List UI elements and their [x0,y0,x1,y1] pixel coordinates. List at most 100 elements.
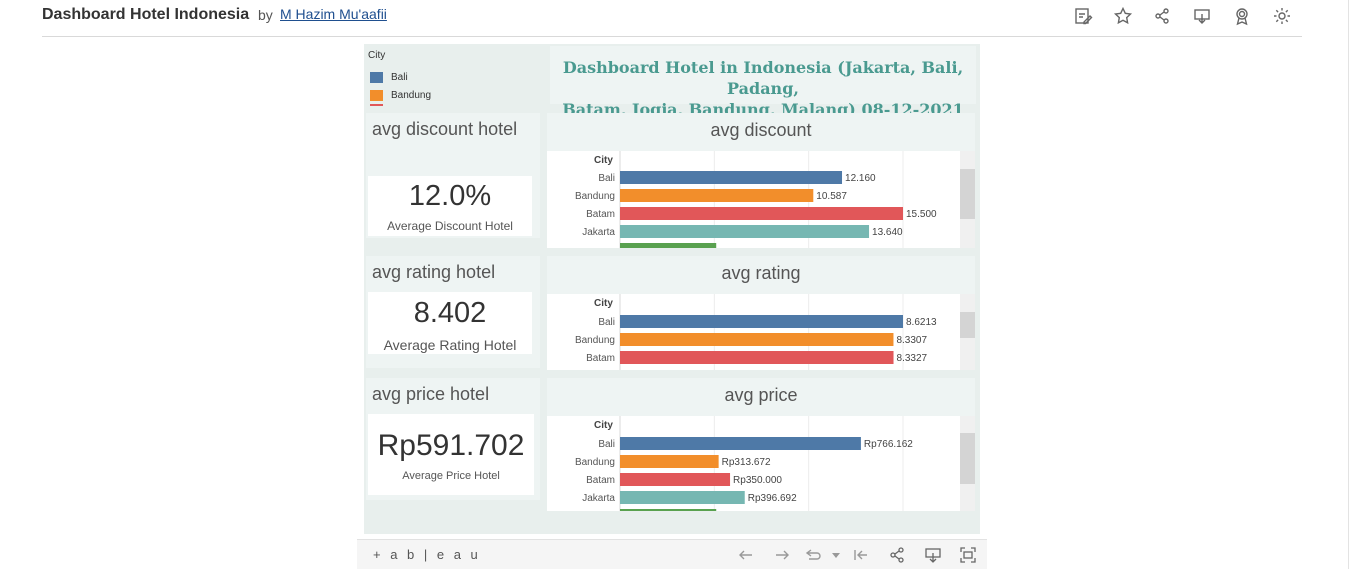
revert-icon[interactable] [804,546,822,564]
bar-batam[interactable] [620,473,731,486]
tableau-logo[interactable]: + a b | e a u [373,547,481,562]
data-label: Rp313.672 [722,457,771,468]
chart-scrollbar[interactable] [960,294,975,370]
dropdown-icon[interactable] [827,546,845,564]
reset-icon[interactable] [852,546,870,564]
dashboard-title-line1: Dashboard Hotel in Indonesia (Jakarta, B… [562,58,964,98]
data-label: Rp766.162 [864,439,913,450]
data-label: Rp396.692 [748,493,797,504]
download-icon[interactable] [1192,6,1212,26]
kpi-card[interactable]: 8.402 Average Rating Hotel [368,292,532,354]
data-label: 13.640 [872,227,903,238]
dashboard-title: Dashboard Hotel in Indonesia (Jakarta, B… [550,57,976,120]
legend-swatch-bandung [370,90,383,101]
data-label: 10.587 [816,191,847,202]
author-link[interactable]: M Hazim Mu'aafii [280,6,387,22]
page-scrollbar[interactable] [1348,0,1349,569]
legend-label: Bandung [391,90,432,101]
page-title: Dashboard Hotel Indonesia [42,6,250,23]
kpi-title: avg discount hotel [372,119,518,139]
share-icon[interactable] [1152,6,1172,26]
category-label: Bandung [575,335,615,346]
data-label: 12.160 [845,173,876,184]
dashboard-header: Dashboard Hotel in Indonesia (Jakarta, B… [550,46,976,119]
kpi-price: avg price hotel Rp591.702 Average Price … [366,378,540,500]
chart-avg-price: avg price City Bali Rp766.162 Bandung Rp313.… [547,378,975,511]
kpi-value: 12.0% [408,180,492,212]
bar-bandung[interactable] [620,333,894,346]
kpi-title: avg rating hotel [372,262,496,282]
star-icon[interactable] [1113,6,1133,26]
dashboard-canvas: City Bali Bandung Dashboard Hotel in Ind… [364,44,980,534]
bar-bali[interactable] [620,171,843,184]
page-header: Dashboard Hotel Indonesia by M Hazim Mu'… [0,0,1353,37]
badge-icon[interactable] [1232,6,1252,26]
chart-title: avg discount [710,120,812,140]
category-label: Batam [586,209,615,220]
bar-bali[interactable] [620,437,861,450]
category-label: Jakarta [582,227,615,238]
bar-batam[interactable] [620,351,894,364]
axis-header-label: City [594,298,613,309]
fullscreen-icon[interactable] [959,546,977,564]
kpi-value: Rp591.702 [377,429,525,462]
share-icon[interactable] [888,546,906,564]
bar-bandung[interactable] [620,189,814,202]
chart-avg-discount: avg discount City Bali 12.160 Bandung 10.587… [547,113,975,248]
chart-area[interactable]: City Bali Rp766.162 Bandung Rp313.672 Batam Rp… [547,416,960,511]
kpi-subtitle: Average Rating Hotel [383,337,517,353]
city-legend[interactable]: City Bali Bandung [368,48,544,108]
bar-chart-rating[interactable]: City Bali 8.6213 Bandung 8.3307 Batam 8.3327 [547,294,960,370]
category-label: Bali [598,439,615,450]
bar-partial [620,509,717,511]
kpi-card[interactable]: 12.0% Average Discount Hotel [368,176,532,236]
data-label: 8.3307 [896,335,927,346]
by-label: by [258,7,273,23]
download-icon[interactable] [924,546,942,564]
category-label: Bali [598,317,615,328]
kpi-discount: avg discount hotel 12.0% Average Discoun… [366,113,540,238]
scroll-thumb[interactable] [960,312,975,338]
data-label: 15.500 [906,209,937,220]
scroll-thumb[interactable] [960,433,975,484]
bar-chart-discount[interactable]: City Bali 12.160 Bandung 10.587 Batam 15.500 Ja… [547,151,960,248]
bar-chart-price[interactable]: City Bali Rp766.162 Bandung Rp313.672 Batam Rp… [547,416,960,511]
bar-partial [620,243,717,248]
data-label: Rp350.000 [733,475,782,486]
kpi-subtitle: Average Discount Hotel [387,219,513,233]
chart-scrollbar[interactable] [960,151,975,248]
data-label: 8.6213 [906,317,937,328]
bar-bandung[interactable] [620,455,719,468]
axis-header-label: City [594,155,613,166]
kpi-rating: avg rating hotel 8.402 Average Rating Ho… [366,256,540,368]
chart-area[interactable]: City Bali 12.160 Bandung 10.587 Batam 15.500 Ja… [547,151,960,248]
chart-scrollbar[interactable] [960,416,975,511]
legend-swatch-batam [370,104,383,106]
bar-jakarta[interactable] [620,491,745,504]
chart-title: avg price [724,385,798,405]
kpi-subtitle: Average Price Hotel [402,470,500,482]
axis-header-label: City [594,420,613,431]
legend-title: City [368,50,386,61]
category-label: Bali [598,173,615,184]
category-label: Jakarta [582,493,615,504]
gear-icon[interactable] [1272,6,1292,26]
redo-icon[interactable] [773,546,791,564]
kpi-title: avg price hotel [372,384,490,404]
data-label: 8.3327 [897,353,928,364]
bar-batam[interactable] [620,207,903,220]
edit-icon[interactable] [1073,6,1093,26]
bar-bali[interactable] [620,315,903,328]
kpi-value: 8.402 [413,297,487,329]
chart-avg-rating: avg rating City Bali 8.6213 Bandung 8.3307 Ba… [547,256,975,370]
kpi-card[interactable]: Rp591.702 Average Price Hotel [368,414,534,495]
legend-label: Bali [391,72,408,83]
legend-swatch-bali [370,72,383,83]
bar-jakarta[interactable] [620,225,870,238]
chart-title: avg rating [721,263,801,283]
scroll-thumb[interactable] [960,169,975,219]
undo-icon[interactable] [737,546,755,564]
category-label: Batam [586,475,615,486]
tableau-toolbar: + a b | e a u [357,539,987,569]
chart-area[interactable]: City Bali 8.6213 Bandung 8.3307 Batam 8.3327 [547,294,960,370]
